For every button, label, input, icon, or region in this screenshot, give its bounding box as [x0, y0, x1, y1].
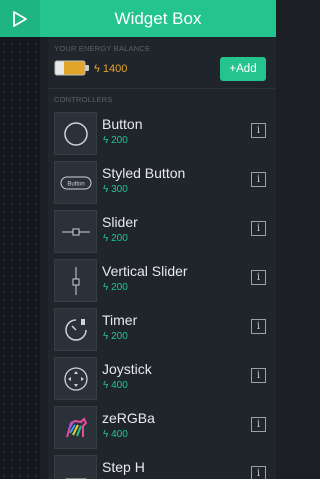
zebra-icon	[54, 406, 97, 449]
widget-item-timer[interactable]: Timer ϟ 200 i	[54, 305, 276, 354]
widget-box-panel: YOUR ENERGY BALANCE ϟ 1400 +Add CONTROLL…	[48, 37, 276, 479]
energy-section-label: YOUR ENERGY BALANCE	[54, 44, 151, 53]
widget-cost: ϟ 200	[103, 282, 128, 293]
info-button[interactable]: i	[251, 466, 266, 479]
widget-name: Styled Button	[102, 165, 186, 181]
widget-name: Button	[102, 116, 143, 132]
info-button[interactable]: i	[251, 270, 266, 285]
widget-name: zeRGBa	[102, 410, 155, 426]
controllers-list: Button ϟ 200 i Button Styled Button ϟ 30…	[54, 109, 276, 479]
page-title: Widget Box	[114, 9, 202, 28]
info-button[interactable]: i	[251, 319, 266, 334]
widget-name: Step H	[102, 459, 145, 475]
step-h-icon	[54, 455, 97, 479]
energy-amount: ϟ 1400	[94, 63, 128, 75]
bolt-icon: ϟ	[94, 63, 100, 75]
svg-text:Button: Button	[67, 181, 84, 187]
widget-item-joystick[interactable]: Joystick ϟ 400 i	[54, 354, 276, 403]
widget-cost: ϟ 400	[103, 429, 128, 440]
widget-cost: ϟ 200	[103, 135, 128, 146]
energy-balance-row: ϟ 1400 +Add	[54, 55, 272, 83]
section-divider	[48, 88, 276, 89]
add-energy-button[interactable]: +Add	[220, 57, 266, 81]
widget-name: Timer	[102, 312, 138, 328]
info-button[interactable]: i	[251, 221, 266, 236]
widget-item-zergba[interactable]: zeRGBa ϟ 400 i	[54, 403, 276, 452]
button-circle-icon	[54, 112, 97, 155]
styled-button-icon: Button	[54, 161, 97, 204]
widget-cost: ϟ 400	[103, 380, 128, 391]
header-bar: Widget Box	[0, 0, 276, 37]
widget-cost: ϟ 300	[103, 184, 128, 195]
widget-cost: ϟ 200	[103, 331, 128, 342]
widget-item-button[interactable]: Button ϟ 200 i	[54, 109, 276, 158]
controllers-section-label: CONTROLLERS	[54, 95, 113, 104]
widget-item-slider[interactable]: Slider ϟ 200 i	[54, 207, 276, 256]
widget-item-styled-button[interactable]: Button Styled Button ϟ 300 i	[54, 158, 276, 207]
play-icon	[13, 10, 27, 27]
vertical-slider-icon	[54, 259, 97, 302]
widget-item-step-h[interactable]: Step H i	[54, 452, 276, 479]
battery-icon	[54, 60, 89, 76]
info-button[interactable]: i	[251, 368, 266, 383]
widget-cost: ϟ 200	[103, 233, 128, 244]
info-button[interactable]: i	[251, 417, 266, 432]
play-button[interactable]	[0, 0, 40, 37]
joystick-icon	[54, 357, 97, 400]
info-button[interactable]: i	[251, 123, 266, 138]
info-button[interactable]: i	[251, 172, 266, 187]
widget-name: Vertical Slider	[102, 263, 188, 279]
horizontal-slider-icon	[54, 210, 97, 253]
timer-icon	[54, 308, 97, 351]
canvas-grid-strip	[0, 0, 40, 479]
widget-name: Slider	[102, 214, 138, 230]
widget-item-vertical-slider[interactable]: Vertical Slider ϟ 200 i	[54, 256, 276, 305]
widget-name: Joystick	[102, 361, 152, 377]
